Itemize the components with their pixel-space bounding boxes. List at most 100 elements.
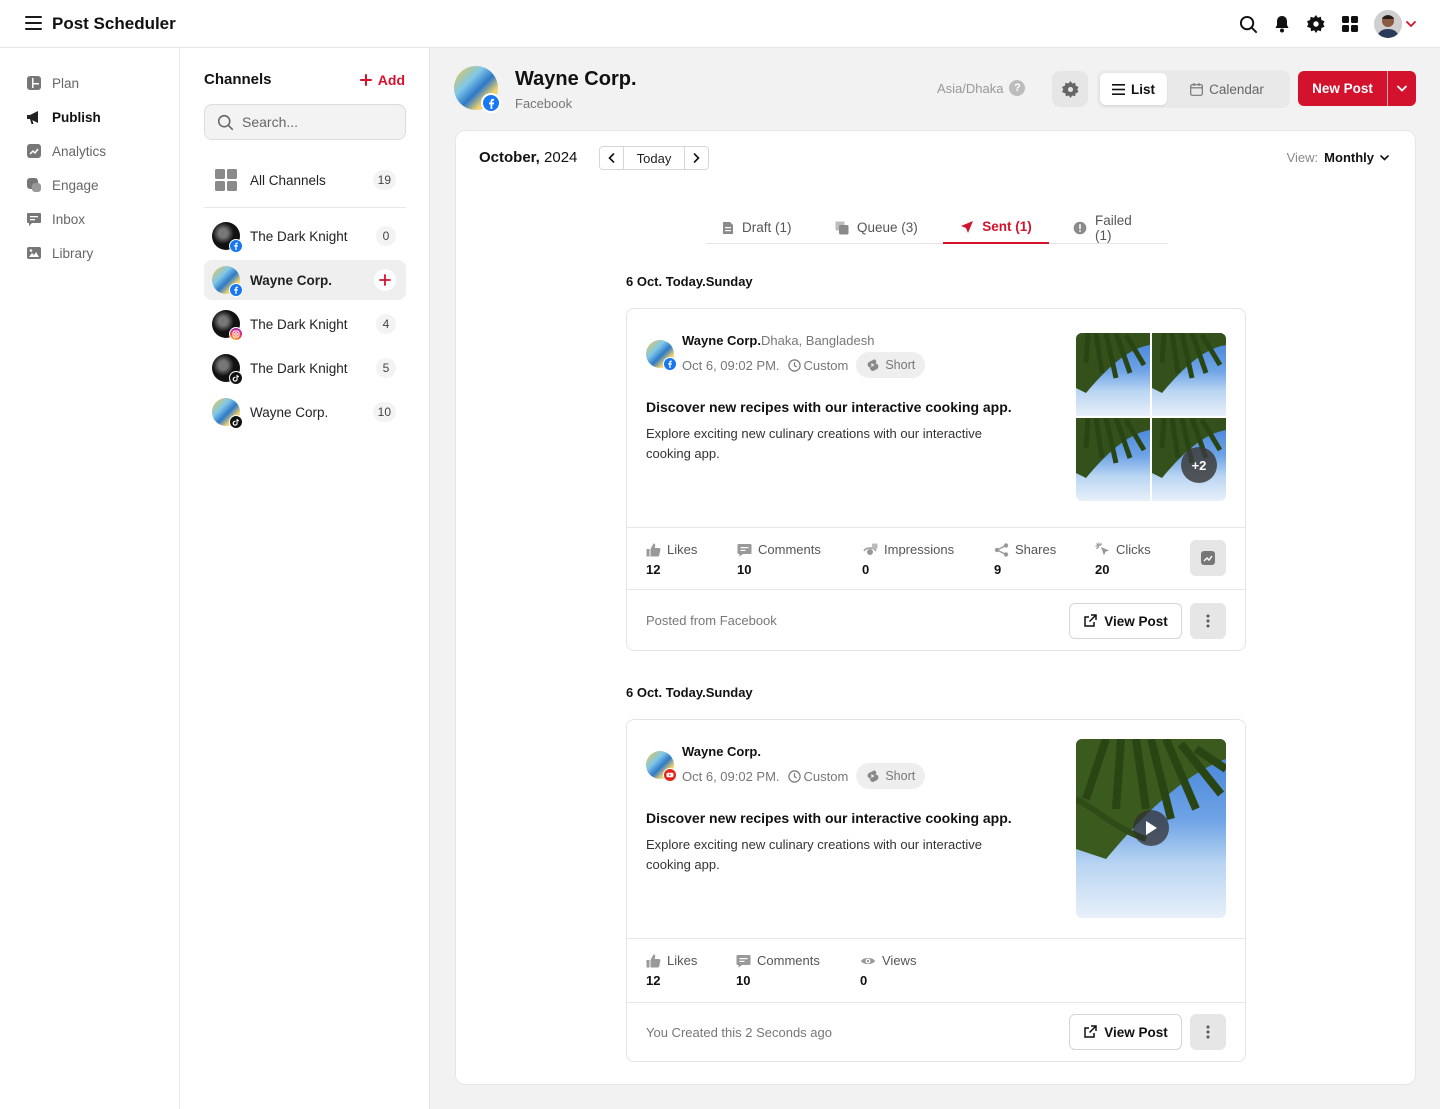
calendar-icon [1190,82,1203,96]
channel-item[interactable]: The Dark Knight 4 [204,304,406,344]
view-post-button[interactable]: View Post [1069,603,1182,639]
search-icon[interactable] [1238,14,1258,34]
more-options-button[interactable] [1190,603,1226,639]
add-to-channel-icon[interactable] [374,269,396,291]
bell-icon[interactable] [1272,14,1292,34]
chevron-left-icon [608,153,615,163]
nav-item-engage[interactable]: Engage [26,174,99,196]
schedule-type-label: Custom [803,357,849,373]
stat-value: 0 [862,562,870,577]
stat-value: 10 [736,973,751,988]
tab-draft[interactable]: Draft (1) [706,211,808,244]
more-options-button[interactable] [1190,1014,1226,1050]
channel-item[interactable]: The Dark Knight 5 [204,348,406,388]
share-icon [994,542,1009,557]
all-channels-item[interactable]: All Channels 19 [204,160,406,200]
search-icon [217,114,234,130]
nav-item-plan[interactable]: Plan [26,72,79,94]
add-channel-button[interactable]: Add [359,72,405,88]
avatar [1374,10,1402,38]
library-icon [26,245,42,261]
channel-item[interactable]: The Dark Knight 0 [204,216,406,256]
tab-label: Queue (3) [857,220,918,235]
stat-label: Views [882,953,917,968]
nav-item-inbox[interactable]: Inbox [26,208,85,230]
stat-value: 0 [860,973,868,988]
divider [204,207,406,208]
view-post-button[interactable]: View Post [1069,1014,1182,1050]
plan-icon [26,75,42,91]
status-tabs: Draft (1) Queue (3) Sent (1) Failed (1) [706,211,1168,244]
channel-label: The Dark Knight [250,316,348,332]
channel-item[interactable]: Wayne Corp. [204,260,406,300]
channel-label: The Dark Knight [250,360,348,376]
plus-icon [359,74,372,86]
youtube-icon [663,768,677,782]
stat-likes: Likes 12 [646,542,697,577]
month-label: October, 2024 [479,149,577,166]
view-select[interactable]: View: Monthly [1287,150,1389,165]
calendar-view-button[interactable]: Calendar [1167,73,1287,105]
next-button[interactable] [685,147,708,169]
post-location: Dhaka, Bangladesh [760,333,875,348]
today-button[interactable]: Today [623,147,685,169]
tab-failed[interactable]: Failed (1) [1057,211,1168,244]
post-time: Oct 6, 09:02 PM. [682,768,780,784]
clock-icon [787,769,801,783]
nav-item-library[interactable]: Library [26,242,93,264]
stat-value: 12 [646,973,661,988]
new-post-button[interactable]: New Post [1298,71,1387,106]
tab-queue[interactable]: Queue (3) [819,211,934,244]
tab-sent[interactable]: Sent (1) [943,211,1049,244]
play-icon[interactable] [1133,810,1169,846]
post-meta: Oct 6, 09:02 PM. Custom Short [682,352,926,378]
format-label: Short [885,769,916,783]
channel-label: All Channels [250,172,326,188]
media-thumbnail [1152,333,1226,416]
search-input[interactable] [242,114,392,130]
settings-button[interactable] [1052,71,1088,107]
view-post-label: View Post [1104,613,1168,629]
tab-label: Sent (1) [982,219,1032,234]
video-thumbnail[interactable] [1076,739,1226,918]
nav-item-label: Plan [52,75,80,91]
channel-search[interactable] [204,104,406,140]
stat-label: Likes [667,953,698,968]
channels-title: Channels [204,71,272,88]
stat-value: 12 [646,562,661,577]
alert-icon [1073,221,1087,234]
prev-button[interactable] [600,147,623,169]
chevron-right-icon [693,153,700,163]
stat-value: 9 [994,562,1002,577]
nav-item-publish[interactable]: Publish [26,106,101,128]
year: 2024 [544,149,578,166]
post-body: Explore exciting new culinary creations … [646,426,982,461]
post-title: Discover new recipes with our interactiv… [646,399,1012,415]
more-media-badge: +2 [1181,447,1217,483]
channel-label: The Dark Knight [250,228,348,244]
apps-grid-icon[interactable] [1340,14,1360,34]
gear-icon[interactable] [1306,14,1326,34]
help-icon[interactable]: ? [1009,80,1026,96]
new-post-options-button[interactable] [1387,71,1416,106]
media-grid[interactable]: +2 [1076,333,1226,501]
view-toggle: List Calendar [1097,70,1290,108]
nav-item-label: Analytics [52,143,107,159]
list-view-button[interactable]: List [1100,73,1167,105]
schedule-type: Custom [787,357,849,373]
channel-item[interactable]: Wayne Corp. 10 [204,392,406,432]
channel-avatar [212,266,243,297]
menu-icon[interactable] [25,16,42,30]
account-avatar [454,66,501,113]
user-menu[interactable] [1374,10,1416,38]
post-created-time: You Created this 2 Seconds ago [646,1025,832,1040]
shorts-icon [867,770,879,782]
nav-item-analytics[interactable]: Analytics [26,140,106,162]
analytics-button[interactable] [1190,540,1226,576]
clock-icon [787,358,801,372]
thumbs-up-icon [646,954,661,967]
date-heading: 6 Oct. Today.Sunday [626,274,753,289]
stat-label: Impressions [884,542,955,557]
media-thumbnail: +2 [1152,418,1226,501]
channel-avatar [212,222,243,253]
